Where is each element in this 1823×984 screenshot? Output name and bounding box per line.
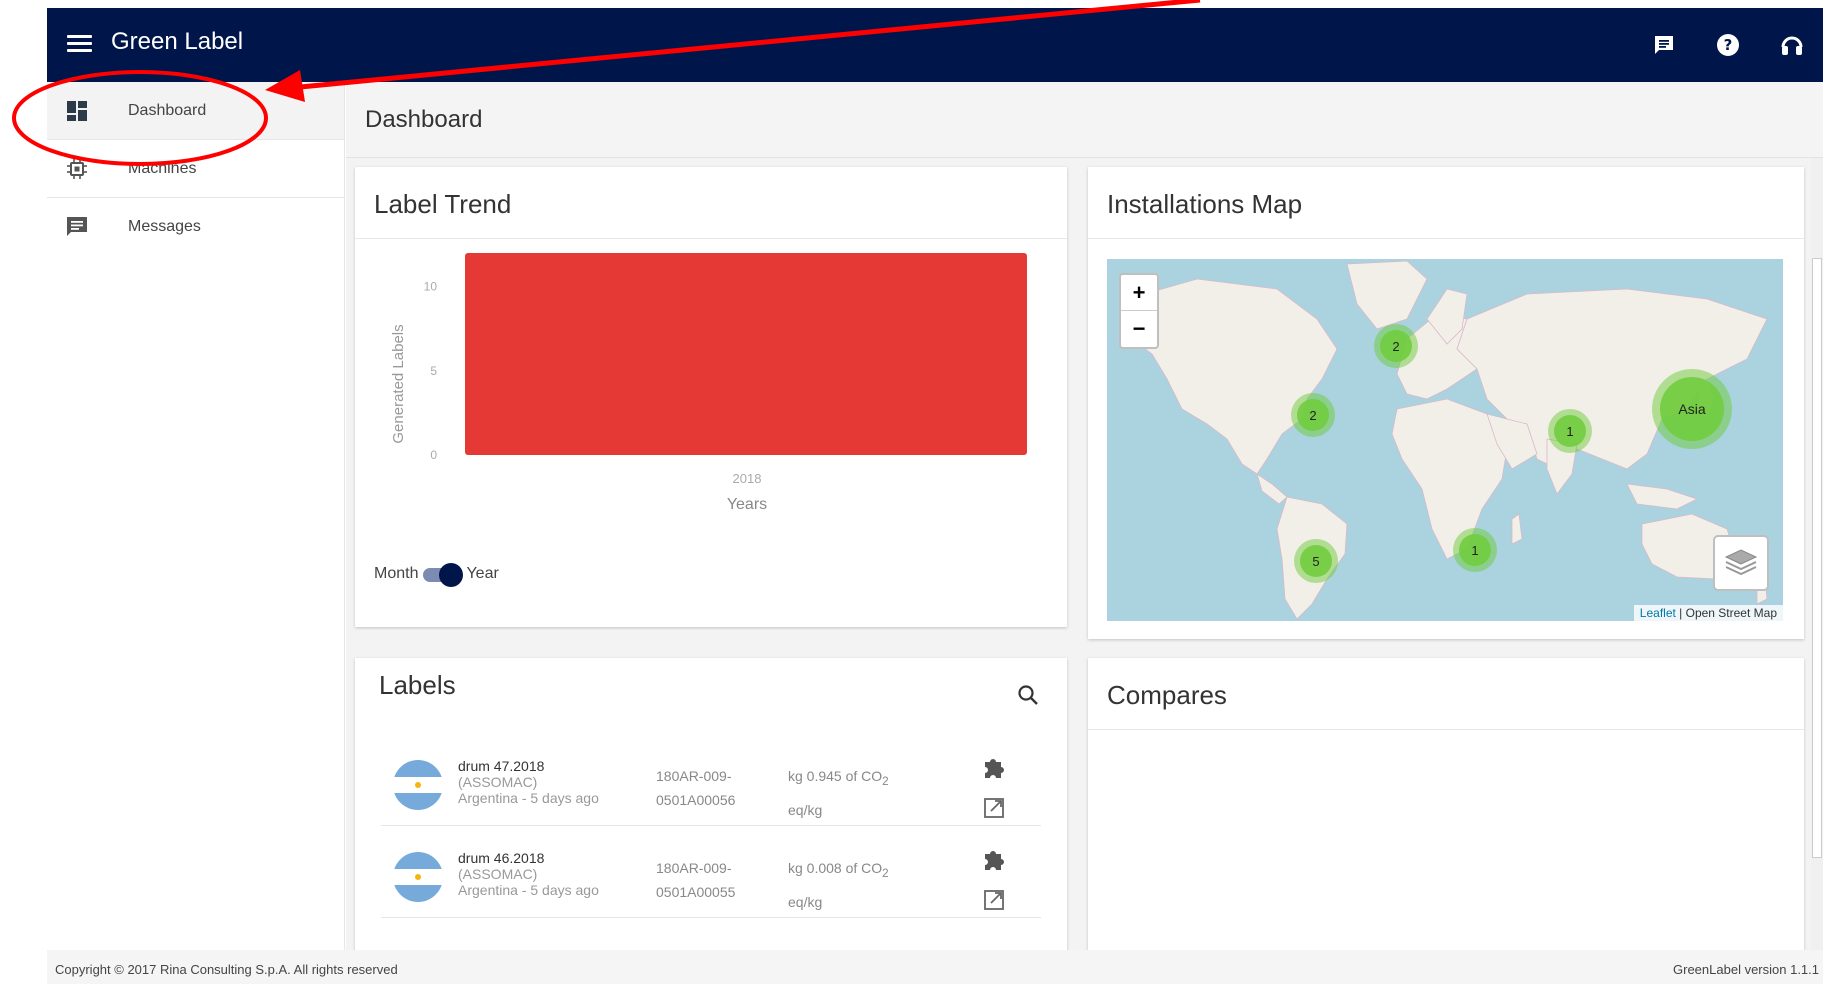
zoom-out-button[interactable]: −: [1121, 311, 1157, 347]
label-code: 180AR-009- 0501A00056: [656, 764, 756, 812]
label-co2-subscript: 2: [882, 774, 889, 788]
scrollbar-thumb[interactable]: [1812, 258, 1822, 858]
search-icon[interactable]: [1017, 684, 1039, 711]
label-trend-chart: 0 5 10 2018 Years Generated Labels: [390, 253, 1027, 513]
x-axis-label: Years: [727, 496, 767, 513]
copyright-text: Copyright © 2017 Rina Consulting S.p.A. …: [55, 962, 398, 977]
label-info: drum 46.2018 (ASSOMAC) Argentina - 5 day…: [458, 850, 599, 898]
label-name: drum 46.2018: [458, 850, 545, 866]
layers-icon: [1724, 549, 1758, 576]
label-location: Argentina - 5 days ago: [458, 882, 599, 898]
card-title: Installations Map: [1107, 189, 1303, 219]
label-value: kg 0.945 of CO2 eq/kg: [788, 762, 889, 824]
zoom-in-button[interactable]: +: [1121, 275, 1157, 311]
puzzle-icon[interactable]: [981, 846, 1007, 877]
hamburger-menu-icon[interactable]: [67, 35, 92, 55]
footer: Copyright © 2017 Rina Consulting S.p.A. …: [47, 950, 1823, 984]
chip-icon: [63, 155, 91, 183]
message-icon: [63, 213, 91, 241]
y-tick-label: 0: [430, 448, 437, 462]
main-content: Dashboard Label Trend 0 5 10 2018 Years Gener…: [346, 82, 1823, 950]
card-header: Label Trend: [355, 167, 1067, 239]
argentina-flag-icon: [393, 760, 443, 810]
map-zoom-control: + −: [1119, 273, 1159, 349]
open-external-icon[interactable]: [982, 888, 1006, 917]
label-code-line2: 0501A00055: [656, 884, 736, 900]
app-title: Green Label: [111, 28, 244, 55]
app-header: Green Label ?: [47, 8, 1823, 82]
page-header: Dashboard: [346, 82, 1823, 158]
label-code: 180AR-009- 0501A00055: [656, 856, 756, 904]
card-title: Labels: [379, 670, 456, 700]
compares-card: Compares: [1088, 658, 1804, 950]
sidebar-item-label: Dashboard: [128, 101, 207, 119]
header-actions: ?: [1649, 30, 1807, 60]
installations-map-card: Installations Map 2 2 1 Asia 5 1 + − Lea…: [1088, 167, 1804, 639]
svg-text:?: ?: [1724, 36, 1733, 54]
labels-card: Labels drum 47.2018 (ASSOMAC) Argentina …: [355, 658, 1067, 950]
x-tick-label: 2018: [733, 471, 762, 486]
map-attribution: Leaflet | Open Street Map: [1633, 605, 1783, 621]
label-co2-subscript: 2: [882, 866, 889, 880]
sidebar-item-label: Machines: [128, 159, 197, 177]
label-list-item[interactable]: drum 46.2018 (ASSOMAC) Argentina - 5 day…: [381, 826, 1041, 918]
map-cluster-marker[interactable]: 1: [1548, 409, 1592, 453]
label-owner: (ASSOMAC): [458, 774, 538, 790]
y-tick-label: 10: [424, 280, 438, 294]
map-cluster-marker[interactable]: 2: [1374, 324, 1418, 368]
sidebar-item-machines[interactable]: Machines: [47, 140, 344, 198]
label-co2-value: kg 0.008 of CO: [788, 860, 883, 876]
card-header: Installations Map: [1088, 167, 1804, 239]
y-tick-label: 5: [430, 364, 437, 378]
card-header: Compares: [1088, 658, 1804, 730]
map-cluster-marker[interactable]: 1: [1453, 528, 1497, 572]
label-unit: eq/kg: [788, 893, 823, 910]
puzzle-icon[interactable]: [981, 754, 1007, 785]
open-external-icon[interactable]: [982, 796, 1006, 825]
label-value: kg 0.008 of CO2 eq/kg: [788, 854, 889, 916]
label-unit: eq/kg: [788, 801, 823, 818]
label-code-line1: 180AR-009-: [656, 768, 732, 784]
sidebar: Dashboard Machines Messages: [47, 82, 345, 950]
label-location: Argentina - 5 days ago: [458, 790, 599, 806]
card-title: Label Trend: [374, 189, 512, 219]
page-title: Dashboard: [365, 106, 483, 133]
help-icon[interactable]: ?: [1713, 30, 1743, 60]
bar: [465, 253, 1027, 455]
map-cluster-marker[interactable]: 5: [1294, 539, 1338, 583]
label-code-line1: 180AR-009-: [656, 860, 732, 876]
map-cluster-marker[interactable]: 2: [1291, 393, 1335, 437]
month-year-switch[interactable]: [423, 563, 464, 587]
dashboard-icon: [63, 97, 91, 125]
sidebar-item-dashboard[interactable]: Dashboard: [47, 82, 344, 140]
support-headset-icon[interactable]: [1777, 30, 1807, 60]
main-scrollbar[interactable]: [1811, 158, 1823, 950]
label-name: drum 47.2018: [458, 758, 545, 774]
label-info: drum 47.2018 (ASSOMAC) Argentina - 5 day…: [458, 758, 599, 806]
argentina-flag-icon: [393, 852, 443, 902]
label-owner: (ASSOMAC): [458, 866, 538, 882]
leaflet-link[interactable]: Leaflet: [1640, 606, 1676, 620]
attribution-text: | Open Street Map: [1675, 606, 1777, 620]
toggle-label-month[interactable]: Month: [374, 565, 418, 583]
sidebar-item-label: Messages: [128, 218, 201, 235]
world-map[interactable]: 2 2 1 Asia 5 1 + − Leaflet | Open Street…: [1107, 259, 1783, 621]
label-list-item[interactable]: drum 47.2018 (ASSOMAC) Argentina - 5 day…: [381, 734, 1041, 826]
map-cluster-marker[interactable]: Asia: [1652, 369, 1732, 449]
label-code-line2: 0501A00056: [656, 792, 736, 808]
messages-icon[interactable]: [1649, 30, 1679, 60]
layers-button[interactable]: [1713, 535, 1769, 591]
sidebar-item-messages[interactable]: Messages: [47, 198, 344, 256]
version-text: GreenLabel version 1.1.1: [1673, 962, 1819, 977]
card-title: Compares: [1107, 680, 1227, 710]
y-axis-label: Generated Labels: [390, 324, 407, 443]
toggle-label-year[interactable]: Year: [466, 565, 498, 583]
label-co2-value: kg 0.945 of CO: [788, 768, 883, 784]
label-trend-card: Label Trend 0 5 10 2018 Years Generated Label…: [355, 167, 1067, 627]
period-toggle: Month Year: [374, 563, 499, 587]
